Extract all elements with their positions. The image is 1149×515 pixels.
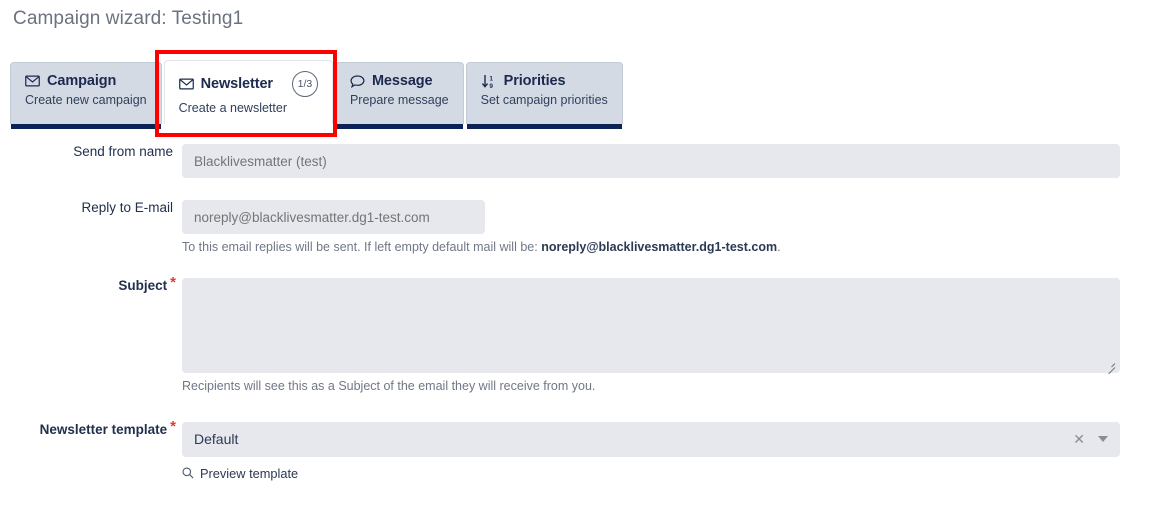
tab-campaign-title: Campaign (47, 73, 117, 89)
reply-to-email-help: To this email replies will be sent. If l… (182, 239, 1149, 256)
tab-priorities-subtitle: Set campaign priorities (480, 93, 608, 107)
newsletter-template-select[interactable]: Default ✕ (182, 421, 1120, 457)
reply-to-email-label: Reply to E-mail (81, 200, 173, 215)
reply-to-email-field: To this email replies will be sent. If l… (182, 200, 1149, 256)
reply-to-email-help-suffix: . (777, 240, 781, 254)
chevron-down-icon[interactable] (1098, 436, 1108, 443)
tab-message-subtitle: Prepare message (349, 93, 449, 107)
wizard-tab-strip: Campaign Create new campaign Newsletter … (10, 60, 623, 129)
svg-text:9: 9 (489, 82, 493, 88)
envelope-icon (178, 78, 194, 90)
tab-message-title: Message (371, 73, 433, 89)
subject-help: Recipients will see this as a Subject of… (182, 378, 596, 393)
search-icon (182, 467, 194, 479)
reply-to-email-help-address: noreply@blacklivesmatter.dg1-test.com (541, 240, 778, 254)
newsletter-template-required-asterisk: * (170, 417, 176, 435)
send-from-name-input[interactable] (182, 144, 1120, 178)
svg-text:1: 1 (489, 75, 493, 82)
reply-to-email-help-prefix: To this email replies will be sent. If l… (182, 240, 542, 254)
tab-message[interactable]: Message Prepare message (334, 62, 464, 129)
clear-selection-icon[interactable]: ✕ (1073, 432, 1085, 446)
subject-textarea-wrap (182, 277, 1120, 375)
preview-template-label: Preview template (200, 465, 299, 481)
send-from-name-field (182, 144, 1149, 178)
tab-newsletter-subtitle: Create a newsletter (178, 101, 287, 115)
newsletter-template-label-text: Newsletter template (39, 421, 168, 437)
tab-priorities-title: Priorities (503, 73, 566, 89)
subject-required-asterisk: * (170, 273, 176, 291)
tab-newsletter-step-badge: 1/3 (291, 71, 318, 97)
field-row-send-from-name: Send from name (0, 144, 1149, 178)
tab-campaign-header: Campaign (25, 73, 147, 89)
tab-newsletter[interactable]: Newsletter 1/3 Create a newsletter (163, 60, 333, 129)
newsletter-template-selected-value: Default (194, 431, 239, 448)
tab-campaign[interactable]: Campaign Create new campaign (10, 62, 162, 129)
newsletter-template-field: Default ✕ Preview template (182, 421, 1149, 485)
field-row-reply-to-email: Reply to E-mail To this email replies wi… (0, 200, 1149, 256)
envelope-icon (25, 75, 40, 87)
send-from-name-label: Send from name (73, 144, 173, 159)
speech-bubble-icon (350, 74, 365, 88)
subject-textarea[interactable] (182, 277, 1120, 373)
subject-field: Recipients will see this as a Subject of… (182, 277, 1149, 395)
tab-priorities[interactable]: 1 9 Priorities Set campaign priorities (465, 62, 623, 129)
newsletter-template-label: Newsletter template * (0, 419, 182, 437)
tab-priorities-header: 1 9 Priorities (481, 73, 608, 89)
tab-newsletter-header: Newsletter 1/3 (178, 71, 318, 97)
tab-campaign-subtitle: Create new campaign (25, 93, 147, 107)
page-title: Campaign wizard: Testing1 (13, 8, 244, 29)
preview-template-link[interactable]: Preview template (182, 466, 298, 481)
tab-newsletter-title: Newsletter (200, 76, 273, 92)
reply-to-email-input[interactable] (182, 200, 485, 234)
tab-message-header: Message (350, 73, 449, 89)
subject-label-text: Subject (118, 277, 168, 293)
newsletter-form: Send from name Reply to E-mail To this e… (0, 144, 1149, 484)
field-row-subject: Subject * Recipients will see this as a S… (0, 275, 1149, 395)
field-row-newsletter-template: Newsletter template * Default ✕ Preview t… (0, 419, 1149, 485)
sort-numeric-down-icon: 1 9 (481, 74, 497, 89)
subject-label: Subject * (0, 275, 182, 293)
